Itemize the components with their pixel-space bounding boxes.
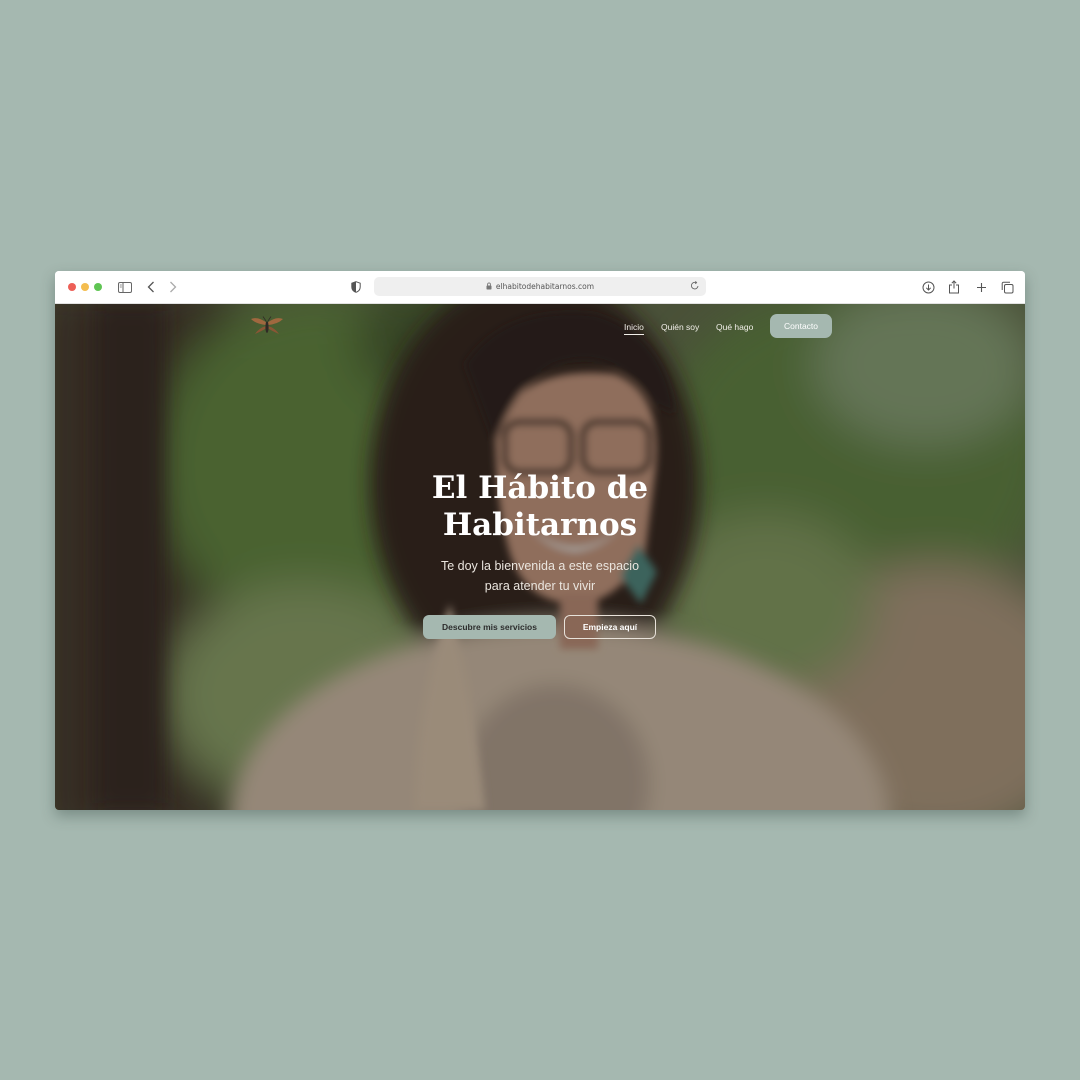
nav-item-que-hago[interactable]: Qué hago (716, 322, 753, 332)
sidebar-icon[interactable] (117, 278, 133, 296)
hero-title: El Hábito de Habitarnos (55, 470, 1025, 544)
browser-window: elhabitodehabitarnos.com Inicio Quién so… (55, 271, 1025, 810)
chevron-left-icon[interactable] (146, 278, 156, 296)
zoom-window-button[interactable] (94, 283, 102, 291)
start-here-button[interactable]: Empieza aquí (564, 615, 656, 639)
shield-icon[interactable] (350, 278, 362, 296)
browser-toolbar: elhabitodehabitarnos.com (55, 271, 1025, 304)
chevron-right-icon[interactable] (168, 278, 178, 296)
plus-icon[interactable] (974, 278, 988, 296)
share-icon[interactable] (947, 278, 961, 296)
contact-button[interactable]: Contacto (770, 314, 832, 338)
insect-logo-icon[interactable] (250, 315, 284, 341)
hero-title-line-1: El Hábito de (431, 470, 649, 506)
page-viewport: Inicio Quién soy Qué hago Contacto El Há… (55, 304, 1025, 810)
minimize-window-button[interactable] (81, 283, 89, 291)
hero-subtitle: Te doy la bienvenida a este espacio para… (55, 556, 1025, 596)
nav-item-quien-soy[interactable]: Quién soy (661, 322, 699, 332)
url-text: elhabitodehabitarnos.com (495, 282, 595, 291)
nav-item-inicio[interactable]: Inicio (624, 322, 644, 335)
hero-subtitle-line-2: para atender tu vivir (484, 579, 596, 593)
reload-icon[interactable] (690, 280, 700, 293)
address-bar[interactable]: elhabitodehabitarnos.com (374, 277, 706, 296)
hero-subtitle-line-1: Te doy la bienvenida a este espacio (440, 559, 640, 573)
discover-services-button[interactable]: Descubre mis servicios (423, 615, 556, 639)
lock-icon (486, 282, 492, 292)
tabs-overview-icon[interactable] (1000, 278, 1014, 296)
close-window-button[interactable] (68, 283, 76, 291)
hero-title-line-2: Habitarnos (442, 507, 638, 543)
download-icon[interactable] (921, 278, 935, 296)
